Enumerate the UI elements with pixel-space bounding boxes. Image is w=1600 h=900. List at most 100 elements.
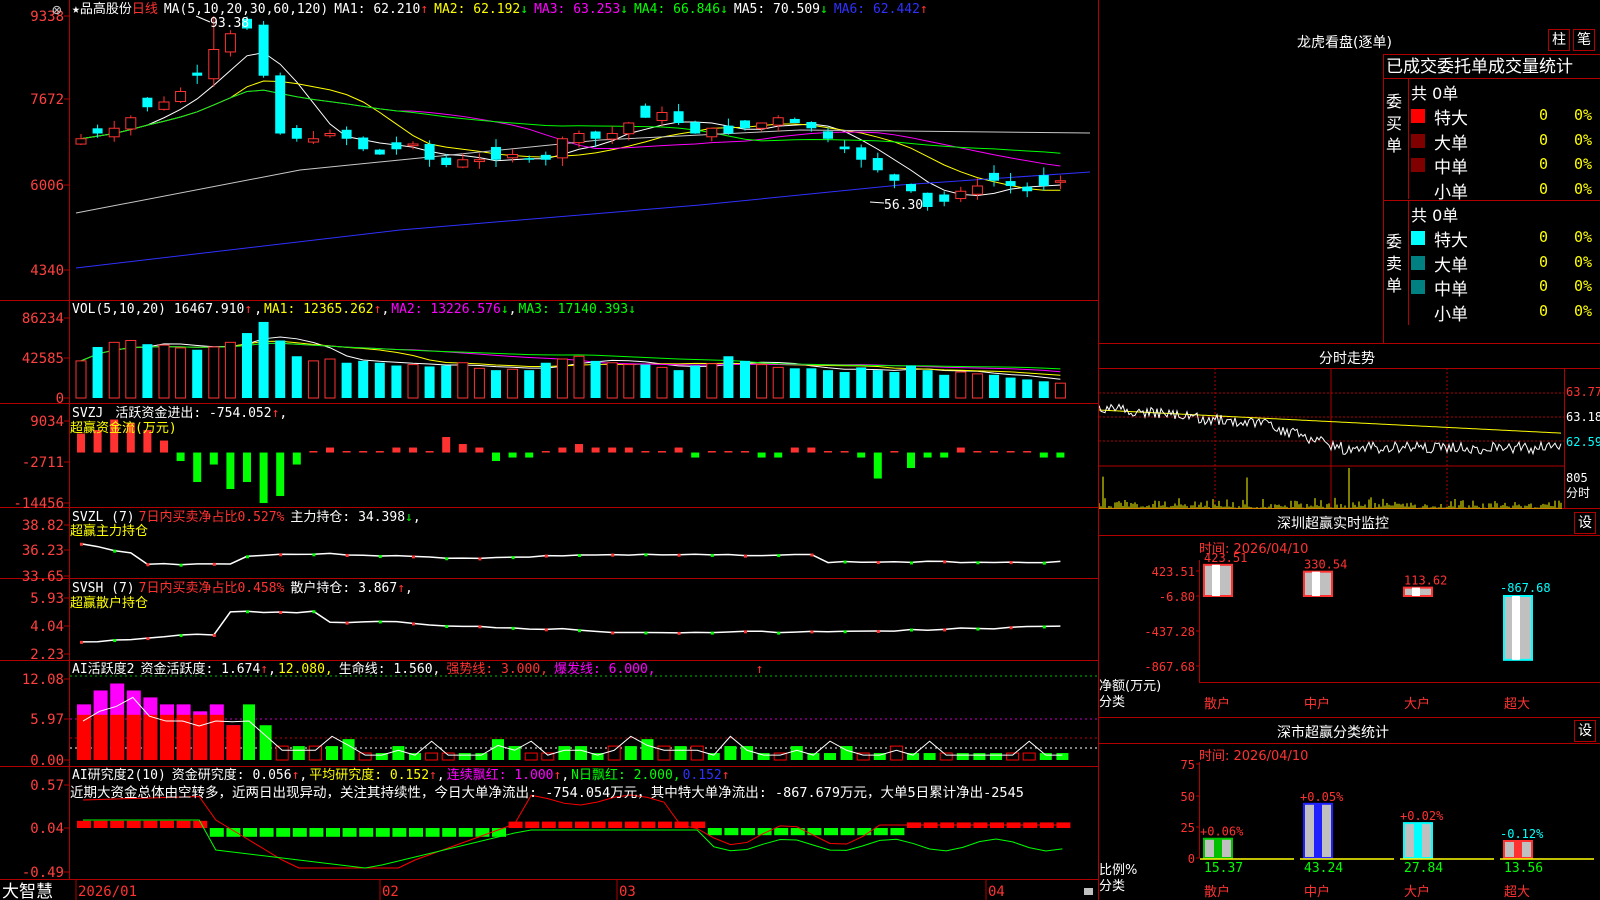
research-bar bbox=[392, 828, 407, 837]
candle-body bbox=[208, 48, 220, 80]
lock-icon[interactable] bbox=[1084, 888, 1093, 895]
candle-body bbox=[872, 158, 883, 171]
settings-icon[interactable]: ⊗ bbox=[52, 0, 62, 19]
research-bar bbox=[873, 828, 888, 836]
svsh-line bbox=[80, 610, 1061, 644]
activity-bar bbox=[973, 753, 986, 760]
volume-bar bbox=[922, 370, 933, 398]
flow-bar bbox=[907, 452, 915, 469]
low-price-label: 56.30 bbox=[884, 198, 923, 213]
classify-bar-pct: +0.02% bbox=[1400, 809, 1444, 823]
research-bar bbox=[624, 821, 639, 828]
volume-bar bbox=[125, 339, 137, 399]
classify-y-tick: 25 bbox=[1181, 821, 1195, 835]
monitor-y-tick: -6.80 bbox=[1159, 590, 1195, 604]
volume-bar bbox=[823, 370, 833, 398]
volume-bar bbox=[75, 360, 87, 399]
y-tick-label: -2711 bbox=[22, 455, 64, 471]
classify-bar-label: 散户 bbox=[1204, 884, 1230, 900]
volume-bar bbox=[839, 372, 850, 398]
svsh-header: SVSH (7) 7日内买卖净占比0.458% 散户持仓: 3.867↑, 超赢散户… bbox=[70, 580, 413, 611]
research-bar bbox=[143, 820, 158, 828]
flow-bar bbox=[1039, 452, 1048, 458]
candle-body bbox=[656, 111, 668, 121]
flow-bar bbox=[226, 452, 235, 490]
candle-body bbox=[258, 24, 269, 76]
candle-body bbox=[1022, 186, 1033, 192]
volume-bar bbox=[939, 374, 950, 398]
research-bar bbox=[458, 828, 473, 837]
activity-bar bbox=[607, 745, 621, 761]
ma-line bbox=[80, 89, 1061, 167]
sell-side-label: 委卖单 bbox=[1386, 232, 1403, 295]
y-tick-label: 38.82 bbox=[22, 518, 64, 534]
y-tick-label: 7672 bbox=[30, 92, 64, 108]
candle-body bbox=[706, 127, 718, 138]
monitor-bar-value: 113.62 bbox=[1404, 574, 1447, 588]
volume-bar bbox=[723, 356, 734, 398]
research-bar bbox=[176, 820, 191, 828]
flow-bar bbox=[77, 433, 85, 453]
research-bar bbox=[774, 828, 789, 836]
row-color-swatch bbox=[1411, 109, 1425, 123]
research-comment: 近期大资金总体由空转多，近两日出现异动，关注其持续性，今日大单净流出: -754… bbox=[70, 784, 1024, 801]
trade-view-button[interactable]: 笔 bbox=[1573, 29, 1595, 51]
svzl-header: SVZL (7) 7日内买卖净占比0.527% 主力持仓: 34.398↓, 超赢主… bbox=[70, 509, 421, 539]
ma-line bbox=[75, 171, 1091, 269]
flow-bar bbox=[176, 452, 185, 462]
volume-bar bbox=[906, 365, 916, 398]
candle-body bbox=[640, 105, 651, 118]
flow-bar bbox=[973, 451, 982, 453]
activity-bar bbox=[259, 725, 272, 760]
monitor-settings-button[interactable]: 设 bbox=[1574, 512, 1596, 534]
y-tick-label: 0.04 bbox=[30, 821, 64, 837]
svg-text:★品高股份日线MA(5,10,20,30,60,120)MA: ★品高股份日线 MA(5,10,20,30,60,120) MA1: 62.210↑… bbox=[72, 1, 928, 17]
research-bar bbox=[110, 820, 125, 828]
classify-bar-pct: +0.06% bbox=[1200, 825, 1244, 839]
research-bar bbox=[126, 820, 141, 828]
kline-chart-area[interactable]: 9338767260064340862344258509034-2711-144… bbox=[0, 0, 1100, 900]
date-label: 2026/01 bbox=[78, 884, 137, 900]
flow-bar bbox=[707, 451, 716, 453]
bottom-date-axis: 大智慧 2026/01 02 03 04 bbox=[2, 880, 1093, 900]
flow-bar bbox=[1023, 451, 1032, 453]
svg-text:分类: 分类 bbox=[1099, 879, 1125, 894]
activity-bar bbox=[674, 746, 687, 760]
main-header: ★品高股份日线 MA(5,10,20,30,60,120) MA1: 62.210↑… bbox=[72, 1, 928, 17]
classify-bar-label: 超大 bbox=[1504, 885, 1530, 900]
flow-bar bbox=[990, 451, 998, 453]
holding-line bbox=[80, 543, 1061, 566]
y-axis-labels: 9338767260064340862344258509034-2711-144… bbox=[13, 9, 70, 881]
y-tick-label: 5.93 bbox=[30, 591, 64, 607]
column-view-button[interactable]: 柱 bbox=[1548, 29, 1570, 51]
activity-bar bbox=[657, 745, 671, 761]
volume-bar bbox=[556, 358, 568, 399]
flow-bar bbox=[641, 451, 650, 453]
ma-line bbox=[80, 80, 1061, 191]
row-percent: 0% bbox=[1574, 106, 1593, 124]
research-bar bbox=[342, 828, 357, 837]
ai-active-guides bbox=[70, 675, 1098, 749]
intraday-panel[interactable]: 分时走势 63.77 63.18 62.59 805 分时 bbox=[1099, 344, 1600, 509]
volume-bar bbox=[789, 368, 800, 398]
svg-text:时间: 2026/04/10: 时间: 2026/04/10 bbox=[1199, 749, 1308, 764]
research-bar bbox=[757, 828, 772, 836]
volume-bar bbox=[358, 360, 369, 398]
research-bar bbox=[309, 828, 324, 837]
monitor-bar-label: 超大 bbox=[1504, 697, 1530, 712]
activity-bar bbox=[425, 752, 439, 761]
classify-bar-chart: 时间: 2026/04/10 75 50 25 0 +0.06% 15.37 散户 +0.05… bbox=[1099, 749, 1594, 900]
monitor-bar-label: 中户 bbox=[1304, 696, 1330, 712]
stat-tab-header[interactable]: 已成交委托单成交量统计 bbox=[1384, 55, 1600, 79]
svg-text:比例%: 比例% bbox=[1099, 863, 1137, 878]
activity-bar bbox=[160, 714, 174, 760]
volume-bar bbox=[640, 364, 651, 398]
y-tick-label: 2.23 bbox=[30, 647, 64, 663]
flow-bar bbox=[575, 444, 583, 453]
dragon-tiger-title: 龙虎看盘(逐单) bbox=[1297, 35, 1392, 51]
research-bar bbox=[425, 828, 440, 837]
classify-settings-button[interactable]: 设 bbox=[1574, 720, 1596, 742]
volume-bar bbox=[391, 365, 402, 398]
y-tick-label: 5.97 bbox=[30, 712, 64, 728]
activity-bar bbox=[990, 753, 1002, 760]
